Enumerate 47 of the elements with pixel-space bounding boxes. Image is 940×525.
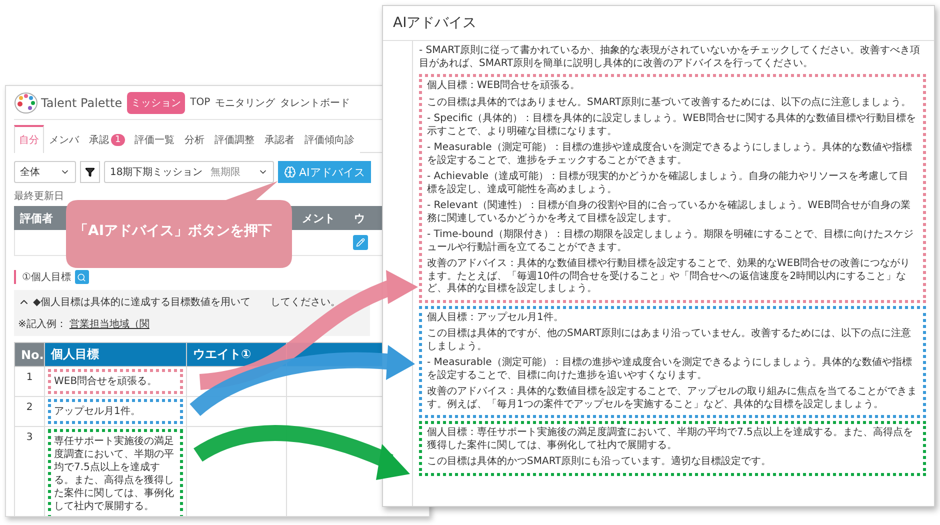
example-link[interactable]: 営業担当地域（関 — [69, 317, 150, 331]
column-header: 評価者 — [18, 210, 54, 226]
section-title: ①個人目標 — [22, 270, 71, 284]
advice-text: - Time-bound（期限付き）：目標の期限を設定しましょう。期限を明確にすることで、目標に向けたスケジュールや行動計画を立てることができます。 — [427, 229, 914, 254]
count-badge: 1 — [111, 134, 125, 146]
advice-text: - Relevant（関連性）：目標が自身の役割や目的に合っているかを確認しましょう。WEB問合せが自身の業務に関連しているかどうかを考えて目標を設定します。 — [427, 200, 912, 225]
brain-icon — [284, 166, 296, 178]
goal-text: 専任サポート実施後の満足度調査において、半期の平均で7.5点以上を達成する。また、高得点を獲得した案件に関しては、事例化して社内で展開する。 — [48, 429, 183, 516]
advice-text: 個人目標：専任サポート実施後の満足度調査において、半期の平均で7.5点以上を達成する。また、高得点を獲得した案件に関しては、事例化して社内で展開する。 — [427, 427, 914, 452]
nav-link[interactable]: タレントボード — [280, 96, 350, 110]
advice-text: - Measurable（測定可能）：目標の進捗や達成度合いを測定できるようにしましょう。具体的な数値や指標を設定することで、目標に向けた進捗を追いやすくなります。 — [427, 357, 913, 382]
column-header: 個人目標 — [44, 342, 186, 366]
advice-text: - Specific（具体的）：目標を具体的に設定しましょう。WEB問合せに関する具体的な数値目標や行動目標を示すことで、より明確な目標になります。 — [427, 113, 917, 138]
search-icon[interactable] — [74, 270, 89, 284]
advice-text: この目標は具体的ですが、他のSMART原則にはあまり沿っていません。改善するためには、以下の点に注意しましょう。 — [427, 328, 912, 353]
scope-select[interactable]: 全体 — [14, 161, 76, 183]
advice-text: この目標は具体的かつSMART原則にも沿っています。適切な目標設定です。 — [427, 456, 772, 468]
last-updated-label: 最終更新日 — [14, 190, 65, 203]
goal-text: WEB問合せを頑張る。 — [48, 369, 183, 394]
row-number: 1 — [14, 366, 44, 396]
advice-text: この目標は具体的ではありません。SMART原則に基づいて改善するためには、以下の点に注意しましょう。 — [427, 96, 912, 109]
window-title: AIアドバイス — [383, 6, 934, 41]
nav-link[interactable]: モニタリング — [215, 96, 276, 110]
goal-text: アップセル月1件。 — [48, 399, 183, 424]
palette-icon — [14, 92, 38, 114]
column-header: ウ — [353, 210, 366, 226]
nav-link[interactable]: TOP — [190, 97, 210, 108]
period-select[interactable]: 18期下期ミッション 無期限 — [104, 161, 274, 183]
callout-text: 「AIアドバイス」ボタンを押下 — [74, 222, 272, 240]
guide-text: してください。 — [270, 296, 341, 309]
filter-icon — [85, 167, 95, 177]
row-number: 2 — [14, 396, 44, 426]
advice-text: - Achievable（達成可能）：目標が現実的かどうかを確認しましょう。自身の能力やリソースを考慮して目標を設定し、達成可能性を高めましょう。 — [427, 171, 910, 196]
column-header: メント — [301, 210, 336, 226]
column-header: No. — [14, 342, 44, 366]
guide-text: ◆個人目標は具体的に達成する目標数値を用いて — [33, 296, 251, 309]
edit-button[interactable] — [353, 235, 368, 250]
advice-text: 改善のアドバイス：具体的な数値目標や行動目標を設定することで、効果的なWEB問合せの改善につながります。たとえば、「毎週10件の問合せを受けること」や「問合せへの返信速度を2時間以内にすること」など、具体的な目標を設定しましょう。 — [427, 258, 912, 296]
advice-text: 個人目標：WEB問合せを頑張る。 — [427, 80, 582, 92]
example-label: ※記入例： — [18, 318, 66, 331]
advice-text: 改善のアドバイス：具体的な数値目標を設定することで、アップセルの取り組みに焦点を当てることができます。例えば、「毎月1つの案件でアップセルを実施すること」など、具体的な目標を設定しましょう。 — [427, 386, 918, 411]
prompt-text: - SMART原則に従って書かれているか、抽象的な表現がされていないかをチェックしてください。改善すべき項目があれば、SMART原則を簡単に説明し具体的に改善のアドバイスを行ってください。 — [419, 45, 921, 70]
row-number: 3 — [14, 426, 44, 516]
filter-button[interactable] — [80, 161, 100, 183]
logo: Talent Palette — [14, 92, 122, 114]
advice-text: 個人目標：アップセル月1件。 — [427, 312, 564, 324]
advice-text: - Measurable（測定可能）：目標の進捗や達成度合いを測定できるようにしましょう。具体的な数値や指標を設定することで、進捗をチェックすることができます。 — [427, 142, 913, 167]
